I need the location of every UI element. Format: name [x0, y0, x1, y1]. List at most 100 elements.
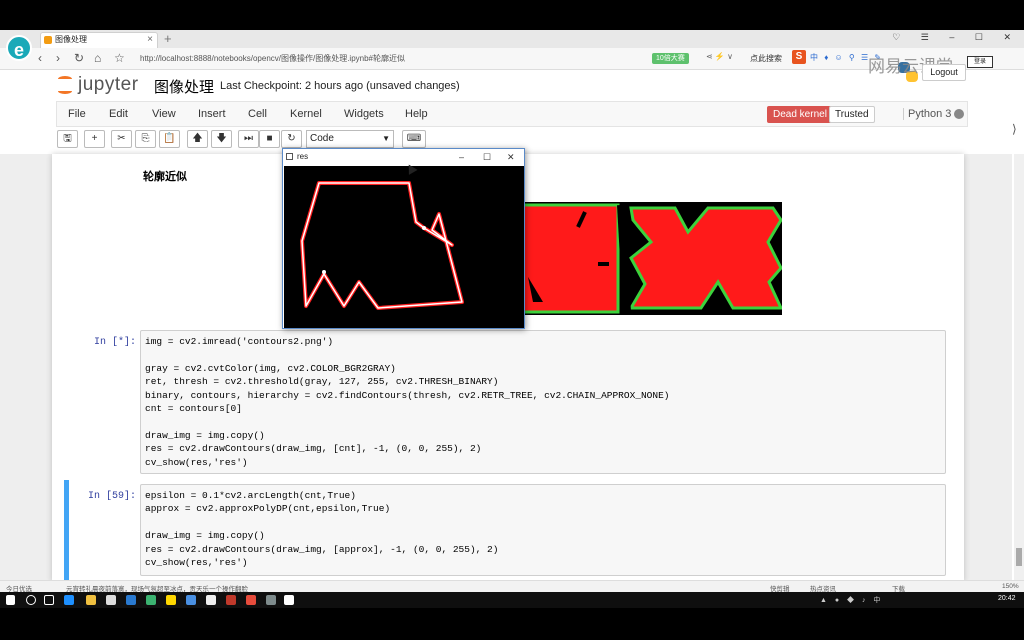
system-tray[interactable]: ▲ ● ◆ ♪ 中	[820, 595, 883, 605]
code-line: binary, contours, hierarchy = cv2.findCo…	[145, 389, 670, 401]
app-icon[interactable]	[266, 595, 276, 605]
status-hot-news[interactable]: 热点资讯	[810, 583, 836, 592]
taskbar-clock[interactable]: 20:42	[998, 595, 1016, 602]
maximize-icon[interactable]: ☐	[483, 149, 491, 165]
window-controls[interactable]: ♡ ☰ – ☐ ✕	[892, 32, 1020, 43]
page-scrollbar[interactable]	[1014, 154, 1024, 582]
save-icon[interactable]: 🖫	[57, 130, 78, 148]
side-menu-icon[interactable]: ⟩	[1012, 122, 1017, 136]
insert-cell-button[interactable]: +	[84, 130, 105, 148]
close-icon[interactable]: ✕	[507, 149, 515, 165]
start-icon[interactable]	[6, 595, 15, 605]
cell-prompt: In [59]:	[87, 491, 136, 502]
code-line: ret, thresh = cv2.threshold(gray, 127, 2…	[145, 376, 499, 388]
home-icon[interactable]: ⌂	[94, 51, 101, 65]
menu-edit[interactable]: Edit	[109, 108, 128, 120]
minimize-icon[interactable]: –	[459, 149, 464, 165]
black-gap	[617, 204, 631, 313]
login-badge[interactable]: 登录	[967, 56, 993, 68]
contour-polygon	[300, 181, 464, 310]
res-window-title: res	[297, 152, 309, 161]
code-line: approx = cv2.approxPolyDP(cnt,epsilon,Tr…	[145, 503, 391, 515]
status-zoom[interactable]: 150%	[1002, 583, 1019, 590]
code-line: img = cv2.imread('contours2.png')	[145, 336, 334, 347]
copy-icon[interactable]: ⎘	[135, 130, 156, 148]
restart-icon[interactable]: ↻	[281, 130, 302, 148]
explorer-icon[interactable]	[86, 595, 96, 605]
code-input[interactable]: epsilon = 0.1*cv2.arcLength(cnt,True) ap…	[140, 484, 946, 576]
chevron-down-icon: ▼	[382, 134, 390, 143]
code-line: res = cv2.drawContours(draw_img, [approx…	[145, 543, 499, 555]
task-view-icon[interactable]	[44, 595, 54, 605]
app-icon[interactable]	[106, 595, 116, 605]
move-up-icon[interactable]: 🡅	[187, 130, 208, 148]
status-today-link[interactable]: 今日优选	[6, 583, 32, 592]
dead-kernel-badge[interactable]: Dead kernel	[767, 106, 833, 123]
speed-badge[interactable]: 10倍大赛	[652, 53, 689, 64]
code-line: res = cv2.drawContours(draw_img, [cnt], …	[145, 443, 482, 455]
code-input[interactable]: img = cv2.imread('contours2.png') gray =…	[140, 330, 946, 474]
res-window[interactable]: res – ☐ ✕	[282, 148, 525, 329]
new-tab-button[interactable]: +	[164, 31, 172, 46]
tab-strip: e 图像处理 × + ♡ ☰ – ☐ ✕	[0, 30, 1024, 61]
app-icon[interactable]	[206, 595, 216, 605]
menu-help[interactable]: Help	[405, 108, 428, 120]
app-icon[interactable]	[284, 595, 294, 605]
search-link[interactable]: 点此搜索	[750, 53, 782, 64]
red-shape-right	[628, 206, 782, 310]
menu-insert[interactable]: Insert	[198, 108, 226, 120]
menu-file[interactable]: File	[68, 108, 86, 120]
paste-icon[interactable]: 📋	[159, 130, 180, 148]
url-input[interactable]: http://localhost:8888/notebooks/opencv/图…	[140, 52, 645, 66]
code-line: draw_img = img.copy()	[145, 429, 265, 441]
output-image	[523, 202, 782, 315]
notebook-name[interactable]: 图像处理	[154, 76, 214, 97]
trusted-indicator[interactable]: Trusted	[829, 106, 875, 123]
status-download[interactable]: 下载	[892, 583, 905, 592]
menu-kernel[interactable]: Kernel	[290, 108, 322, 120]
markdown-heading: 轮廓近似	[143, 171, 187, 183]
folder-icon[interactable]	[166, 595, 176, 605]
status-news-ticker[interactable]: 元宵转礼晨夜前落寞，现场气氛超至冰点，贡天乐一个操作翻脸	[66, 583, 248, 592]
scrollbar-thumb[interactable]	[1016, 548, 1022, 566]
menu-view[interactable]: View	[152, 108, 176, 120]
sogou-extension-icon[interactable]: S	[792, 50, 806, 64]
edge-icon[interactable]	[64, 595, 74, 605]
tab-notebook[interactable]: 图像处理 ×	[40, 32, 158, 48]
status-quick-edit[interactable]: 快剪辑	[770, 583, 790, 592]
app-icon[interactable]	[246, 595, 256, 605]
os-taskbar: ▲ ● ◆ ♪ 中 20:42	[0, 592, 1024, 608]
back-icon[interactable]: ‹	[38, 51, 42, 65]
app-icon[interactable]	[126, 595, 136, 605]
cell-type-select[interactable]: Code ▼	[306, 130, 394, 148]
contour-point	[322, 270, 326, 274]
run-icon[interactable]: ⏭	[238, 130, 259, 148]
logout-button[interactable]: Logout	[922, 64, 966, 81]
browser-statusbar: 今日优选 元宵转礼晨夜前落寞，现场气氛超至冰点，贡天乐一个操作翻脸 快剪辑 热点…	[0, 580, 1024, 592]
menu-widgets[interactable]: Widgets	[344, 108, 384, 120]
stop-icon[interactable]: ■	[259, 130, 280, 148]
app-icon[interactable]	[146, 595, 156, 605]
forward-icon[interactable]: ›	[56, 51, 60, 65]
app-icon[interactable]	[186, 595, 196, 605]
app-icon[interactable]	[226, 595, 236, 605]
share-icon[interactable]: ⋖ ⚡ ∨	[706, 52, 733, 61]
code-line: gray = cv2.cvtColor(img, cv2.COLOR_BGR2G…	[145, 362, 396, 374]
search-icon[interactable]	[26, 595, 36, 605]
reload-icon[interactable]: ↻	[74, 51, 84, 65]
jupyter-brand[interactable]: jupyter	[78, 74, 139, 96]
menu-cell[interactable]: Cell	[248, 108, 267, 120]
code-line: cv_show(res,'res')	[145, 456, 248, 468]
browser-window: e 图像处理 × + ♡ ☰ – ☐ ✕ ‹ › ↻ ⌂ ☆ http://lo…	[0, 30, 1024, 592]
bookmark-star-icon[interactable]: ☆	[114, 51, 125, 65]
tab-close-icon[interactable]: ×	[147, 33, 153, 47]
jupyter-logo-icon[interactable]	[56, 74, 74, 96]
code-line: cv_show(res,'res')	[145, 556, 248, 568]
cut-icon[interactable]: ✂	[111, 130, 132, 148]
keyboard-icon[interactable]: ⌨	[402, 130, 426, 148]
res-window-titlebar[interactable]: res – ☐ ✕	[283, 149, 524, 165]
move-down-icon[interactable]: 🡇	[211, 130, 232, 148]
